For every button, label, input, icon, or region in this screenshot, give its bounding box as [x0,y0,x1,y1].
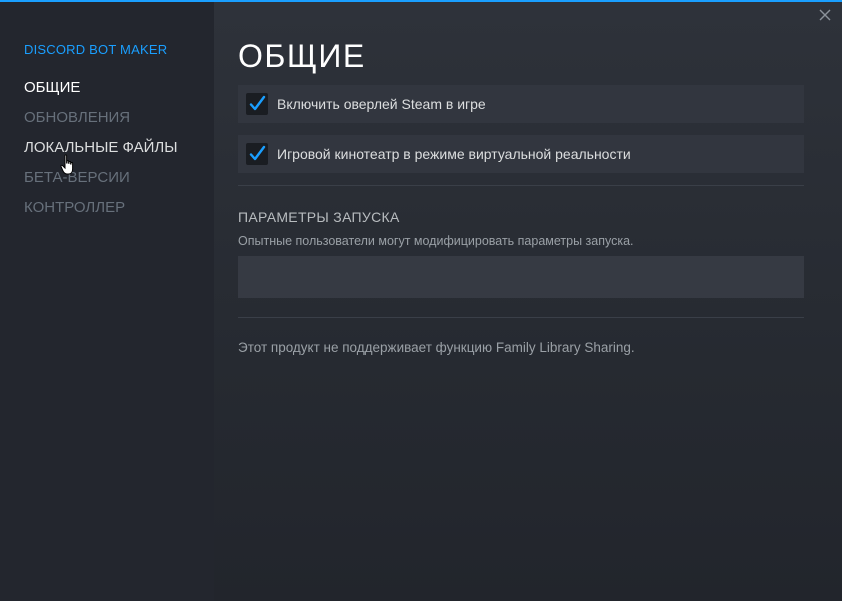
family-sharing-notice: Этот продукт не поддерживает функцию Fam… [238,340,635,355]
launch-options-title: ПАРАМЕТРЫ ЗАПУСКА [238,209,400,225]
vr-theater-option-row[interactable]: Игровой кинотеатр в режиме виртуальной р… [238,135,804,173]
hand-pointer-icon [60,154,74,175]
app-title: DISCORD BOT MAKER [24,42,168,57]
launch-options-input[interactable] [238,256,804,298]
launch-options-description: Опытные пользователи могут модифицироват… [238,234,634,248]
vr-theater-checkbox[interactable] [246,143,268,165]
checkmark-icon [249,145,266,161]
page-title: ОБЩИЕ [238,38,366,74]
divider [238,317,804,318]
vr-theater-option-label: Игровой кинотеатр в режиме виртуальной р… [277,146,631,162]
sidebar-item-local-files[interactable]: ЛОКАЛЬНЫЕ ФАЙЛЫ [24,138,214,168]
sidebar-item-controller[interactable]: КОНТРОЛЛЕР [24,198,214,228]
main-panel: ОБЩИЕ Включить оверлей Steam в игре Игро… [214,2,842,601]
overlay-option-row[interactable]: Включить оверлей Steam в игре [238,85,804,123]
properties-window: DISCORD BOT MAKER ОБЩИЕ ОБНОВЛЕНИЯ ЛОКАЛ… [0,0,842,601]
checkmark-icon [249,95,266,111]
divider [238,185,804,186]
overlay-checkbox[interactable] [246,93,268,115]
sidebar-item-updates[interactable]: ОБНОВЛЕНИЯ [24,108,214,138]
sidebar: DISCORD BOT MAKER ОБЩИЕ ОБНОВЛЕНИЯ ЛОКАЛ… [0,2,214,601]
sidebar-item-betas[interactable]: БЕТА-ВЕРСИИ [24,168,214,198]
overlay-option-label: Включить оверлей Steam в игре [277,96,486,112]
close-icon[interactable] [816,6,834,24]
sidebar-item-general[interactable]: ОБЩИЕ [24,78,214,108]
